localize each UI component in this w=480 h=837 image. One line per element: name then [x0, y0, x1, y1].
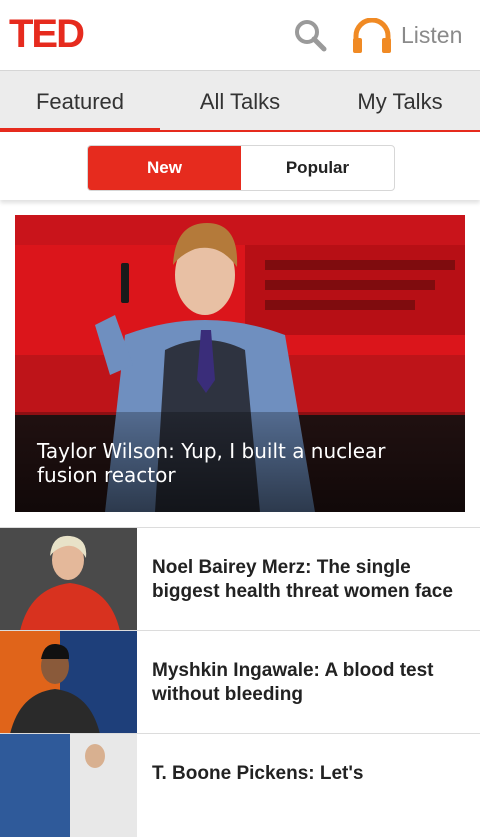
tab-all-talks[interactable]: All Talks [160, 71, 320, 133]
search-icon [295, 20, 327, 52]
tab-featured[interactable]: Featured [0, 71, 160, 133]
talk-title: T. Boone Pickens: Let's [152, 763, 364, 784]
listen-button[interactable]: Listen [352, 16, 470, 56]
ted-logo[interactable]: TED [9, 12, 85, 56]
talk-thumbnail [0, 631, 137, 734]
main-tabs: Featured All Talks My Talks [0, 70, 480, 133]
headphones-icon [353, 18, 391, 53]
tab-my-talks[interactable]: My Talks [320, 71, 480, 133]
featured-talk-title: Taylor Wilson: Yup, I built a nuclear fu… [37, 439, 386, 487]
talk-title: Noel Bairey Merz: The single biggest hea… [152, 557, 453, 602]
app-header: TED Listen [0, 0, 480, 70]
talk-title: Myshkin Ingawale: A blood test without b… [152, 660, 434, 705]
sort-bar: New Popular [0, 132, 480, 200]
list-item[interactable]: Myshkin Ingawale: A blood test without b… [0, 630, 480, 734]
sort-segmented-control: New Popular [87, 145, 395, 191]
featured-talk-card[interactable]: Taylor Wilson: Yup, I built a nuclear fu… [15, 215, 465, 512]
list-item[interactable]: Noel Bairey Merz: The single biggest hea… [0, 527, 480, 631]
search-button[interactable] [292, 17, 328, 53]
popular-button[interactable]: Popular [241, 146, 394, 190]
list-item[interactable]: T. Boone Pickens: Let's [0, 733, 480, 837]
new-button[interactable]: New [88, 146, 241, 190]
talk-thumbnail [0, 528, 137, 631]
listen-label: Listen [401, 22, 463, 48]
talk-thumbnail [0, 734, 137, 837]
